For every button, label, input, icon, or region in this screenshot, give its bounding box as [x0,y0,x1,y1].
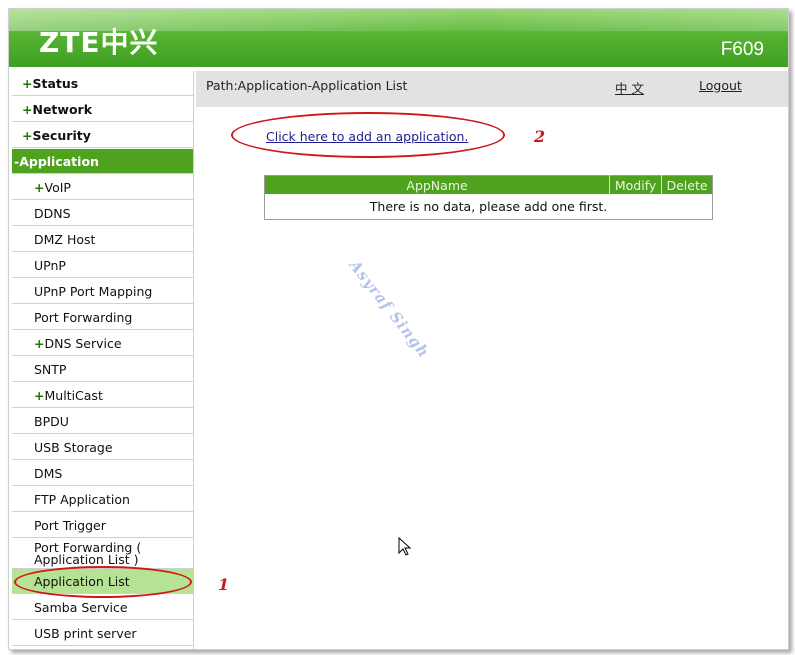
sidebar-item-dns-service[interactable]: +DNS Service [12,331,193,356]
table-header-row: AppName Modify Delete [264,175,713,194]
expand-plus-icon: + [22,76,33,91]
sidebar-item-label: BPDU [34,414,69,429]
sidebar-item-label: SNTP [34,362,67,377]
sidebar-item-security[interactable]: +Security [12,123,193,148]
language-switch-link[interactable]: 中 文 [615,78,644,97]
sidebar-item-label: FTP Application [34,492,130,507]
annotation-oval-application-list [14,566,192,598]
empty-table-message: There is no data, please add one first. [369,199,608,214]
logout-link[interactable]: Logout [699,78,742,93]
sidebar-item-status[interactable]: +Status [12,71,193,96]
expand-plus-icon: + [34,388,45,403]
sidebar-item-label: USB print server [34,626,137,641]
sidebar-item-label: DDNS [34,206,71,221]
expand-plus-icon: + [34,180,45,195]
expand-plus-icon: + [22,102,33,117]
sidebar-item-bpdu[interactable]: BPDU [12,409,193,434]
sidebar-item-label: DMZ Host [34,232,96,247]
header-banner: ZTE中兴 F609 [9,9,788,67]
sidebar-item-label: Port Forwarding [34,310,133,325]
sidebar-item-usb-storage[interactable]: USB Storage [12,435,193,460]
sidebar-item-port-forwarding-app-list[interactable]: Port Forwarding (Application List ) [12,539,193,569]
application-table: AppName Modify Delete There is no data, … [264,175,713,220]
sidebar-item-label: Application [19,154,99,169]
expand-plus-icon: + [22,128,33,143]
sidebar-nav: +Status +Network +Security -Application … [12,71,194,649]
sidebar-item-port-forwarding[interactable]: Port Forwarding [12,305,193,330]
annotation-number-2: 2 [534,127,546,146]
table-row: There is no data, please add one first. [265,194,713,220]
sidebar-item-network[interactable]: +Network [12,97,193,122]
sidebar-item-label: Port Trigger [34,518,106,533]
sidebar-item-label: MultiCast [44,388,103,403]
sidebar-item-voip[interactable]: +VoIP [12,175,193,200]
annotation-oval-add-link [231,112,505,158]
sidebar-item-label: Status [32,76,79,91]
sidebar-item-samba-service[interactable]: Samba Service [12,595,193,620]
sidebar-item-dmz-host[interactable]: DMZ Host [12,227,193,252]
expand-plus-icon: + [34,336,45,351]
sidebar-item-label: Network [32,102,93,117]
sidebar-item-sntp[interactable]: SNTP [12,357,193,382]
sidebar-item-label: USB Storage [34,440,113,455]
column-header-modify: Modify [609,175,663,194]
sidebar-item-label-line2: Application List ) [34,552,139,567]
sidebar-item-label: UPnP [34,258,66,273]
annotation-number-1: 1 [218,575,230,594]
sidebar-item-label: VoIP [44,180,71,195]
sidebar-item-upnp[interactable]: UPnP [12,253,193,278]
zte-logo: ZTE中兴 [39,26,159,59]
sidebar-item-label: DNS Service [44,336,122,351]
sidebar-item-port-trigger[interactable]: Port Trigger [12,513,193,538]
sidebar-item-usb-print-server[interactable]: USB print server [12,621,193,646]
sidebar-item-application[interactable]: -Application [12,149,193,174]
column-header-delete: Delete [661,175,713,194]
breadcrumb: Path:Application-Application List [206,78,408,93]
sidebar-item-dms[interactable]: DMS [12,461,193,486]
sidebar-item-label: UPnP Port Mapping [34,284,153,299]
path-bar: Path:Application-Application List 中 文 Lo… [196,71,788,107]
sidebar-item-ftp-application[interactable]: FTP Application [12,487,193,512]
model-name: F609 [720,39,764,60]
sidebar-item-ddns[interactable]: DDNS [12,201,193,226]
sidebar-item-label: Security [32,128,91,143]
sidebar-item-label: DMS [34,466,63,481]
column-header-appname: AppName [264,175,611,194]
sidebar-item-multicast[interactable]: +MultiCast [12,383,193,408]
sidebar-item-upnp-port-mapping[interactable]: UPnP Port Mapping [12,279,193,304]
sidebar-item-label: Samba Service [34,600,128,615]
mouse-cursor-icon [398,537,412,556]
